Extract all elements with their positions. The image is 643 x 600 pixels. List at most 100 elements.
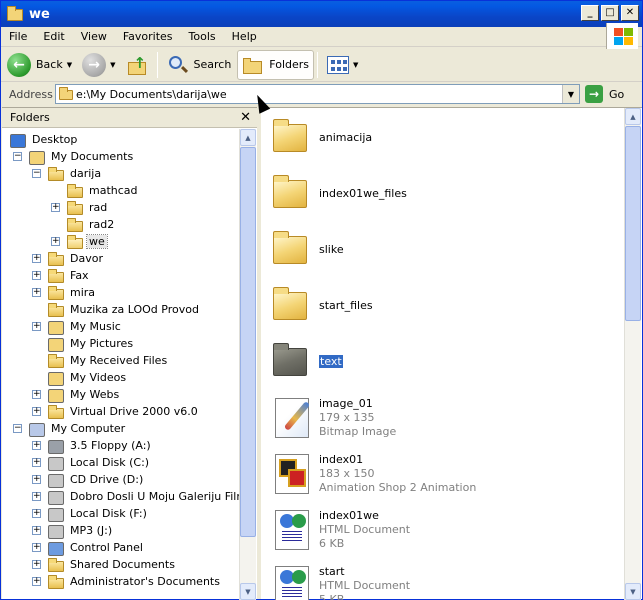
expand-icon[interactable]: + <box>32 475 41 484</box>
menu-file[interactable]: File <box>1 30 35 43</box>
tree-item[interactable]: +3.5 Floppy (A:) <box>32 437 153 454</box>
tree-item[interactable]: + MP3 (J:) <box>32 522 114 539</box>
file-tile[interactable]: image_01 179 x 135 Bitmap Image <box>269 390 609 444</box>
tree-item[interactable]: + Virtual Drive 2000 v6.0 <box>32 403 200 420</box>
file-tile[interactable]: text <box>269 334 609 388</box>
menu-tools[interactable]: Tools <box>181 30 224 43</box>
tree-item[interactable]: Desktop <box>10 131 79 148</box>
tree-item[interactable]: + Davor <box>32 250 105 267</box>
forward-dropdown-icon[interactable]: ▼ <box>110 61 115 69</box>
file-list: animacija index01we_files slike start_files… <box>261 108 624 600</box>
scroll-thumb[interactable] <box>240 147 256 537</box>
title-bar[interactable]: we _ □ ✕ <box>1 1 642 27</box>
tree-item-label: rad <box>89 201 108 214</box>
scroll-down-button[interactable]: ▼ <box>240 583 256 600</box>
expand-icon[interactable]: + <box>32 322 41 331</box>
views-dropdown-icon[interactable]: ▼ <box>353 61 358 69</box>
tree-item[interactable]: + Dobro Dosli U Moju Galeriju Film (E:) <box>32 488 240 505</box>
folder-icon <box>67 234 83 249</box>
tree-item-label: mira <box>70 286 96 299</box>
menu-favorites[interactable]: Favorites <box>115 30 181 43</box>
folder-icon <box>269 282 313 328</box>
tree-item[interactable]: + we <box>51 233 108 250</box>
file-detail: 179 x 135 <box>319 410 375 424</box>
expand-icon[interactable]: + <box>32 254 41 263</box>
expand-icon[interactable]: + <box>32 390 41 399</box>
tree-item[interactable]: My Pictures <box>48 335 135 352</box>
menu-view[interactable]: View <box>73 30 115 43</box>
search-button[interactable]: Search <box>163 50 236 80</box>
close-button[interactable]: ✕ <box>621 5 639 21</box>
scroll-down-button[interactable]: ▼ <box>625 583 641 600</box>
back-dropdown-icon[interactable]: ▼ <box>67 61 72 69</box>
up-button[interactable]: ↑ <box>122 50 154 80</box>
tree-item[interactable]: + Control Panel <box>32 539 145 556</box>
tree-item[interactable]: + rad <box>51 199 109 216</box>
file-tile[interactable]: start_files <box>269 278 609 332</box>
close-icon[interactable]: ✕ <box>240 110 251 125</box>
content-scrollbar[interactable]: ▲ ▼ <box>624 108 641 600</box>
expand-icon[interactable]: + <box>51 203 60 212</box>
file-tile[interactable]: index01we HTML Document 6 KB <box>269 502 609 556</box>
expand-icon[interactable]: + <box>32 543 41 552</box>
tree-item[interactable]: + Local Disk (C:) <box>32 454 151 471</box>
forward-button[interactable]: → ▼ <box>78 50 119 80</box>
expand-icon[interactable]: + <box>32 577 41 586</box>
folder-icon <box>48 166 64 181</box>
file-tile[interactable]: index01 183 x 150 Animation Shop 2 Animati… <box>269 446 609 500</box>
menu-bar: File Edit View Favorites Tools Help <box>1 27 642 47</box>
folders-scrollbar[interactable]: ▲ ▼ <box>239 129 256 600</box>
minimize-button[interactable]: _ <box>581 5 599 21</box>
tree-item[interactable]: rad2 <box>67 216 116 233</box>
expand-icon[interactable]: + <box>32 407 41 416</box>
back-label: Back <box>36 58 63 71</box>
folders-button[interactable]: Folders <box>237 49 315 80</box>
tree-item[interactable]: My Received Files <box>48 352 169 369</box>
expand-icon[interactable]: + <box>51 237 60 246</box>
tree-item[interactable]: + Administrator's Documents <box>32 573 222 590</box>
file-tile[interactable]: animacija <box>269 110 609 164</box>
collapse-icon[interactable]: − <box>32 169 41 178</box>
address-dropdown-button[interactable]: ▼ <box>562 85 579 103</box>
expand-icon[interactable]: + <box>32 526 41 535</box>
tree-item[interactable]: − My Computer <box>13 420 127 437</box>
tree-item[interactable]: + Shared Documents <box>32 556 177 573</box>
scroll-up-button[interactable]: ▲ <box>240 129 256 146</box>
file-tile[interactable]: start HTML Document 5 KB <box>269 558 609 600</box>
file-tile[interactable]: slike <box>269 222 609 276</box>
tree-item[interactable]: mathcad <box>67 182 140 199</box>
tree-item[interactable]: + CD Drive (D:) <box>32 471 145 488</box>
html-document-icon <box>269 506 313 552</box>
maximize-button[interactable]: □ <box>601 5 619 21</box>
search-label: Search <box>193 58 232 71</box>
menu-help[interactable]: Help <box>224 30 265 43</box>
expand-icon[interactable]: + <box>32 560 41 569</box>
scroll-thumb[interactable] <box>625 126 641 321</box>
folder-up-icon: ↑ <box>126 53 150 77</box>
tree-item[interactable]: − darija <box>32 165 103 182</box>
tree-item[interactable]: + mira <box>32 284 97 301</box>
address-input[interactable]: e:\My Documents\darija\we ▼ <box>55 84 580 104</box>
scroll-up-button[interactable]: ▲ <box>625 108 641 125</box>
expand-icon[interactable]: + <box>32 441 41 450</box>
expand-icon[interactable]: + <box>32 288 41 297</box>
tree-item[interactable]: + Fax <box>32 267 91 284</box>
tree-item[interactable]: + Local Disk (F:) <box>32 505 149 522</box>
expand-icon[interactable]: + <box>32 492 41 501</box>
collapse-icon[interactable]: − <box>13 152 22 161</box>
expand-icon[interactable]: + <box>32 271 41 280</box>
tree-item[interactable]: Muzika za LOOd Provod <box>48 301 201 318</box>
file-tile[interactable]: index01we_files <box>269 166 609 220</box>
tree-item[interactable]: My Videos <box>48 369 128 386</box>
views-button[interactable]: ▼ <box>323 50 362 80</box>
expand-icon[interactable]: + <box>32 458 41 467</box>
collapse-icon[interactable]: − <box>13 424 22 433</box>
menu-edit[interactable]: Edit <box>35 30 72 43</box>
back-button[interactable]: ← Back ▼ <box>3 50 76 80</box>
tree-item[interactable]: + My Music <box>32 318 123 335</box>
go-button[interactable]: → Go <box>585 84 624 104</box>
tree-item[interactable]: + My Webs <box>32 386 121 403</box>
expand-icon[interactable]: + <box>32 509 41 518</box>
tree-item[interactable]: − My Documents <box>13 148 135 165</box>
floppy-drive-icon <box>48 439 64 454</box>
